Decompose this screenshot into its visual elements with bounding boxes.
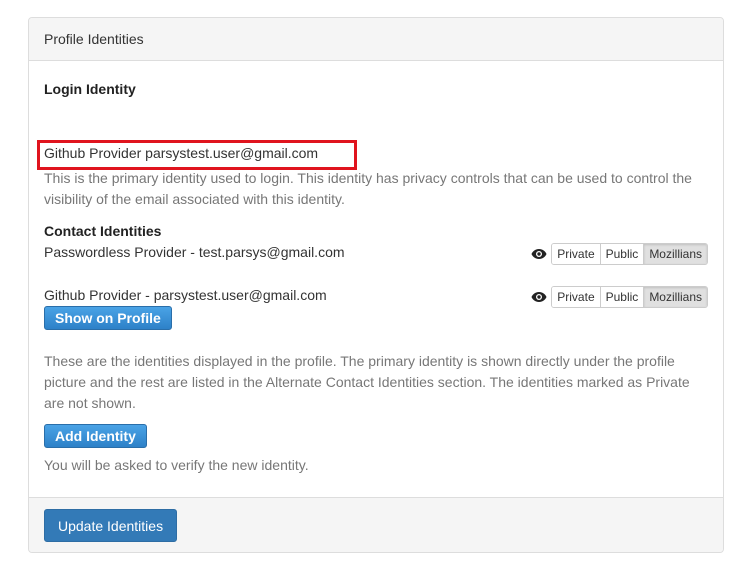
contact-identity-label: Github Provider - parsystest.user@gmail.… (44, 287, 327, 303)
add-identity-button[interactable]: Add Identity (44, 424, 147, 448)
contact-identity-label: Passwordless Provider - test.parsys@gmai… (44, 244, 345, 260)
contact-identities-description: These are the identities displayed in th… (44, 353, 690, 411)
login-identity-value: Github Provider parsystest.user@gmail.co… (44, 145, 319, 161)
show-on-profile-button[interactable]: Show on Profile (44, 306, 172, 330)
contact-identities-heading: Contact Identities (44, 223, 162, 239)
profile-identities-panel: Profile Identities Login Identity Github… (28, 17, 724, 553)
privacy-mozillians-button[interactable]: Mozillians (643, 244, 707, 264)
privacy-toggle-group: Private Public Mozillians (551, 243, 708, 265)
privacy-public-button[interactable]: Public (599, 287, 644, 307)
login-identity-description: This is the primary identity used to log… (44, 170, 692, 207)
privacy-public-button[interactable]: Public (599, 244, 644, 264)
update-identities-button[interactable]: Update Identities (44, 509, 178, 542)
privacy-private-button[interactable]: Private (552, 287, 600, 307)
panel-footer: Update Identities (29, 497, 723, 552)
privacy-control: Private Public Mozillians (531, 286, 708, 308)
privacy-control: Private Public Mozillians (531, 243, 708, 265)
verify-note: You will be asked to verify the new iden… (44, 457, 309, 473)
privacy-mozillians-button[interactable]: Mozillians (643, 287, 707, 307)
privacy-toggle-group: Private Public Mozillians (551, 286, 708, 308)
privacy-private-button[interactable]: Private (552, 244, 600, 264)
login-identity-heading: Login Identity (44, 81, 136, 97)
eye-icon (531, 249, 547, 259)
eye-icon (531, 292, 547, 302)
panel-title: Profile Identities (29, 18, 723, 61)
